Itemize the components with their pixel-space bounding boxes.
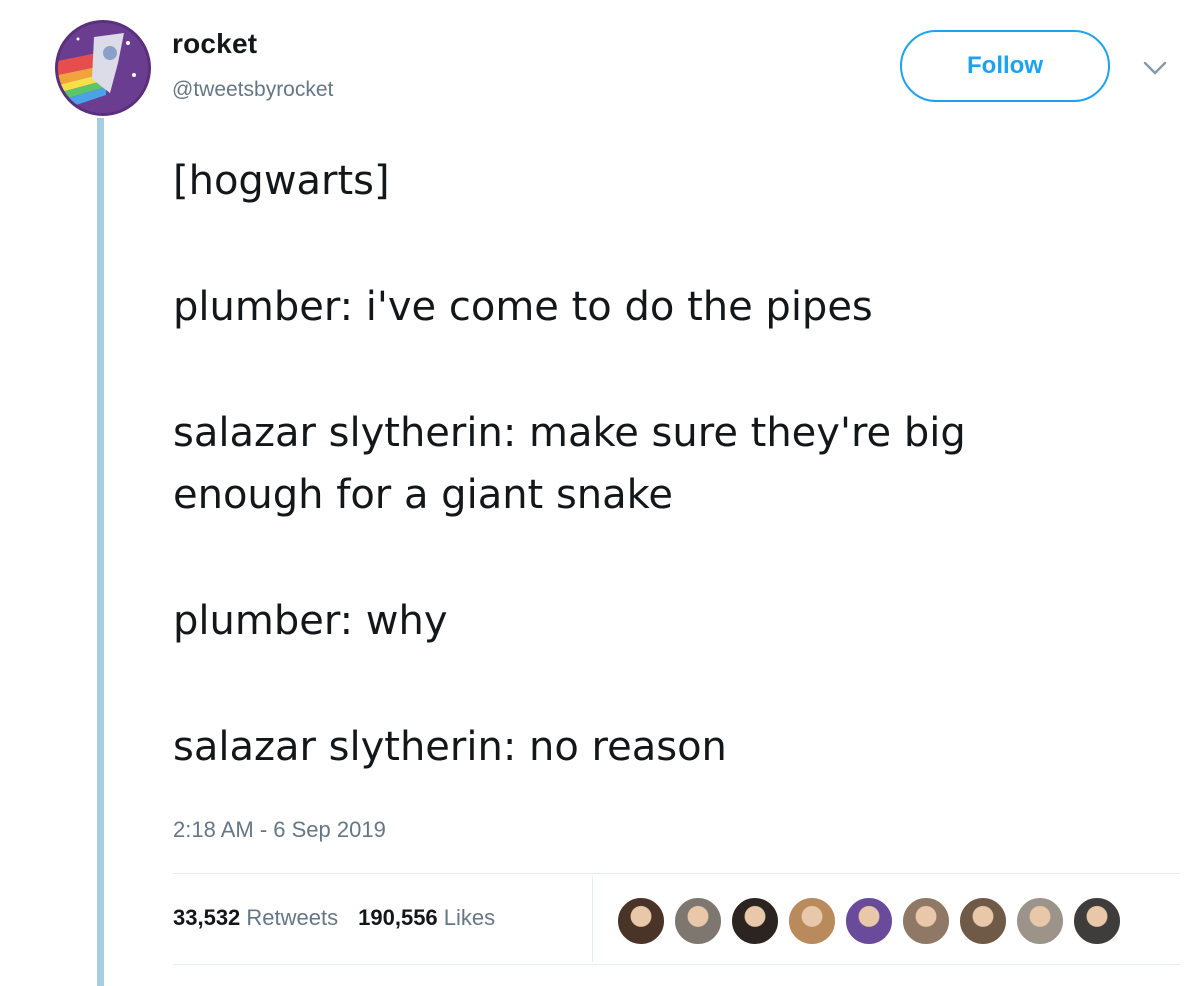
rocket-logo-icon	[58, 23, 148, 113]
avatar[interactable]	[55, 20, 151, 116]
tweet-line: enough for a giant snake	[173, 472, 673, 518]
retweets-count: 33,532	[173, 905, 241, 930]
follow-button[interactable]: Follow	[900, 30, 1110, 102]
tweet-timestamp[interactable]: 2:18 AM - 6 Sep 2019	[173, 817, 386, 843]
liker-avatars	[616, 896, 1122, 946]
display-name[interactable]: rocket	[172, 28, 257, 60]
user-handle[interactable]: @tweetsbyrocket	[172, 78, 333, 102]
stats-divider	[592, 876, 593, 962]
liker-avatar[interactable]	[1015, 896, 1065, 946]
liker-avatar[interactable]	[673, 896, 723, 946]
likes-label: Likes	[443, 905, 496, 930]
liker-avatar[interactable]	[958, 896, 1008, 946]
thread-line	[97, 118, 104, 986]
likes-count: 190,556	[358, 905, 438, 930]
liker-avatar[interactable]	[1072, 896, 1122, 946]
likes-stat[interactable]: 190,556 Likes	[358, 905, 495, 931]
retweets-stat[interactable]: 33,532 Retweets	[173, 905, 338, 931]
chevron-down-icon[interactable]	[1142, 58, 1168, 78]
liker-avatar[interactable]	[844, 896, 894, 946]
tweet-stats: 33,532 Retweets 190,556 Likes	[173, 905, 495, 931]
retweets-label: Retweets	[246, 905, 339, 930]
tweet-text: [hogwarts] plumber: i've come to do the …	[173, 150, 1163, 778]
divider	[173, 964, 1180, 965]
tweet-line: salazar slytherin: no reason	[173, 724, 727, 770]
divider	[173, 873, 1180, 874]
tweet-line: [hogwarts]	[173, 158, 390, 204]
liker-avatar[interactable]	[787, 896, 837, 946]
tweet-line: salazar slytherin: make sure they're big	[173, 410, 966, 456]
liker-avatar[interactable]	[616, 896, 666, 946]
liker-avatar[interactable]	[730, 896, 780, 946]
tweet-line: plumber: why	[173, 598, 448, 644]
tweet-line: plumber: i've come to do the pipes	[173, 284, 873, 330]
liker-avatar[interactable]	[901, 896, 951, 946]
